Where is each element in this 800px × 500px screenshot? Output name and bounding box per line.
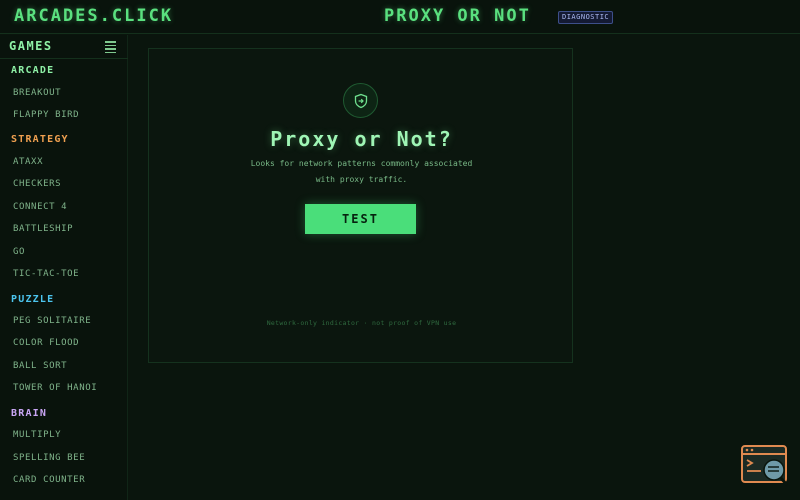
- sidebar-item-peg-solitaire[interactable]: PEG SOLITAIRE: [13, 316, 91, 326]
- sidebar-header: GAMES: [0, 35, 128, 59]
- sidebar-item-multiply[interactable]: MULTIPLY: [13, 430, 61, 440]
- page-heading: PROXY OR NOT: [384, 6, 531, 26]
- browser-search-icon[interactable]: [741, 445, 789, 487]
- card-title: Proxy or Not?: [270, 127, 453, 151]
- sidebar-item-card-counter[interactable]: CARD COUNTER: [13, 475, 85, 485]
- card-footnote: Network-only indicator · not proof of VP…: [266, 319, 457, 327]
- proxy-test-card: Proxy or Not? Looks for network patterns…: [148, 48, 573, 363]
- top-bar: ARCADES.CLICK PROXY OR NOT DIAGNOSTIC: [0, 0, 800, 34]
- hamburger-menu-icon[interactable]: [105, 41, 116, 53]
- category-puzzle: PUZZLE: [11, 294, 55, 305]
- sidebar-item-spelling-bee[interactable]: SPELLING BEE: [13, 453, 85, 463]
- shield-check-icon: [343, 83, 378, 118]
- sidebar-item-ataxx[interactable]: ATAXX: [13, 157, 43, 167]
- sidebar-item-flappy-bird[interactable]: FLAPPY BIRD: [13, 110, 79, 120]
- sidebar-item-battleship[interactable]: BATTLESHIP: [13, 224, 73, 234]
- sidebar-item-color-flood[interactable]: COLOR FLOOD: [13, 338, 79, 348]
- sidebar-title: GAMES: [9, 39, 53, 53]
- sidebar-item-ball-sort[interactable]: BALL SORT: [13, 361, 67, 371]
- diagnostic-badge: DIAGNOSTIC: [558, 11, 614, 24]
- sidebar-item-go[interactable]: GO: [13, 247, 25, 257]
- sidebar-item-connect-4[interactable]: CONNECT 4: [13, 202, 67, 212]
- test-button[interactable]: TEST: [305, 204, 416, 234]
- sidebar-item-tower-of-hanoi[interactable]: TOWER OF HANOI: [13, 383, 97, 393]
- category-brain: BRAIN: [11, 408, 48, 419]
- sidebar-item-checkers[interactable]: CHECKERS: [13, 179, 61, 189]
- category-strategy: STRATEGY: [11, 134, 69, 145]
- card-description: Looks for network patterns commonly asso…: [250, 159, 473, 184]
- sidebar-item-tic-tac-toe[interactable]: TIC-TAC-TOE: [13, 269, 79, 279]
- sidebar: GAMES ARCADE BREAKOUT FLAPPY BIRD STRATE…: [0, 35, 128, 500]
- site-title[interactable]: ARCADES.CLICK: [14, 6, 173, 26]
- category-arcade: ARCADE: [11, 65, 55, 76]
- sidebar-item-breakout[interactable]: BREAKOUT: [13, 88, 61, 98]
